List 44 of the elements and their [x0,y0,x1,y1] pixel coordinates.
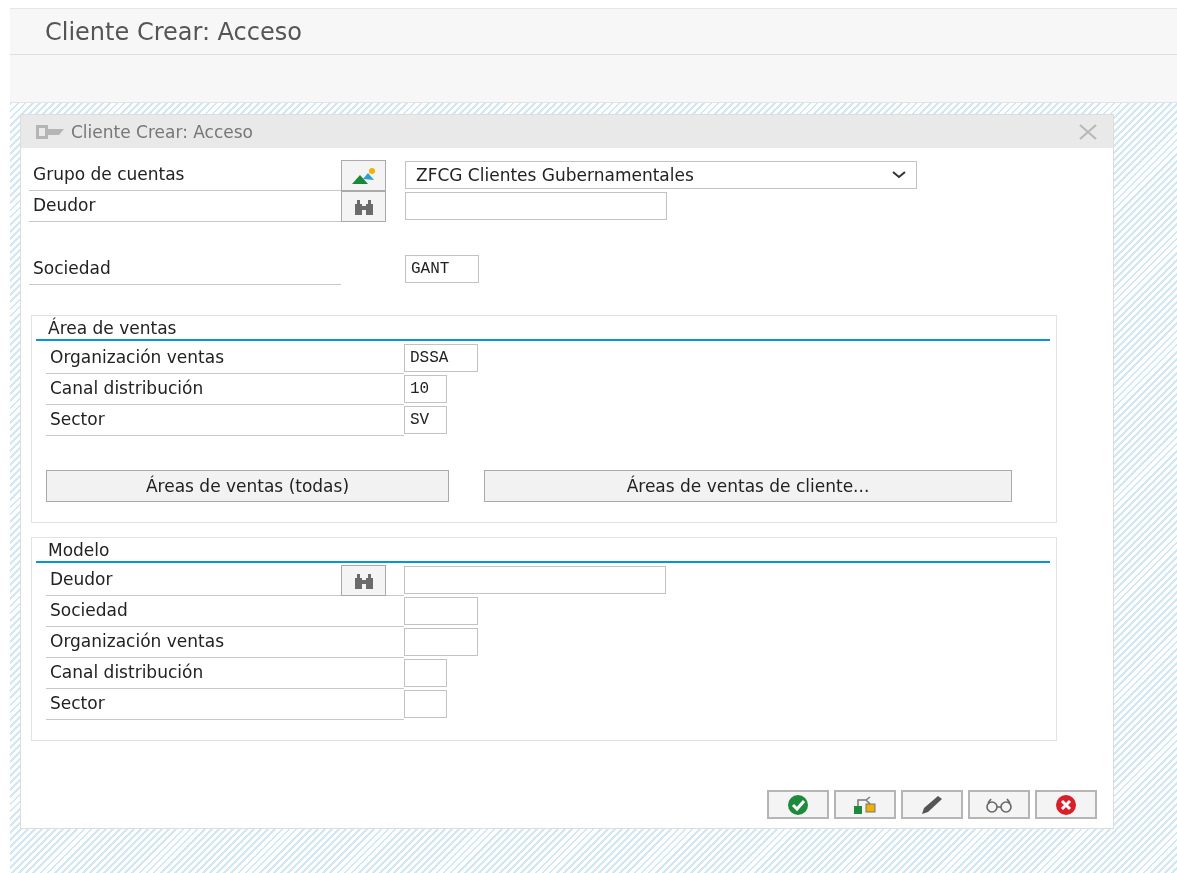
value-help-button[interactable] [341,160,386,191]
input-field[interactable]: 10 [404,375,447,403]
input-field[interactable]: DSSA [404,344,478,372]
field-label: Sociedad [46,596,404,627]
search-button[interactable] [341,565,386,596]
input-field[interactable] [404,628,478,656]
cancel-button[interactable] [1035,790,1097,819]
field-label: Organización ventas [46,627,404,658]
binoculars-icon [352,197,375,216]
group-title: Área de ventas [36,316,1050,341]
check-icon [787,793,809,816]
field-label: Canal distribución [46,658,404,689]
input-field[interactable] [404,566,666,594]
input-field[interactable]: SV [404,406,447,434]
push-button[interactable]: Áreas de ventas (todas) [46,470,449,502]
input-field[interactable]: GANT [405,255,479,283]
field-label: Organización ventas [46,343,404,374]
display-button[interactable] [968,790,1030,819]
mountain-picture-icon [350,166,377,185]
window-title: Cliente Crear: Acceso [10,9,1177,55]
field-label: Grupo de cuentas [29,160,341,191]
binoculars-icon [352,571,375,590]
hierarchy-button[interactable] [834,790,896,819]
dialog-title: Cliente Crear: Acceso [71,121,254,142]
input-field[interactable] [405,192,667,220]
input-field[interactable] [404,690,447,718]
field-label: Canal distribución [46,374,404,405]
group-title: Modelo [36,538,1050,563]
dropdown-field[interactable]: ZFCG Clientes Gubernamentales [405,161,917,189]
search-button[interactable] [341,191,386,222]
input-field[interactable] [404,597,478,625]
hierarchy-icon [852,794,878,815]
chevron-down-icon [892,171,906,179]
field-label: Sociedad [29,254,341,285]
field-label: Sector [46,405,404,436]
glasses-icon [984,796,1014,813]
window-icon [35,123,65,140]
confirm-button[interactable] [767,790,829,819]
cancel-icon [1055,793,1077,816]
edit-button[interactable] [901,790,963,819]
input-field[interactable] [404,659,447,687]
field-label: Deudor [29,191,341,222]
push-button[interactable]: Áreas de ventas de cliente... [484,470,1012,502]
field-label: Sector [46,689,404,720]
